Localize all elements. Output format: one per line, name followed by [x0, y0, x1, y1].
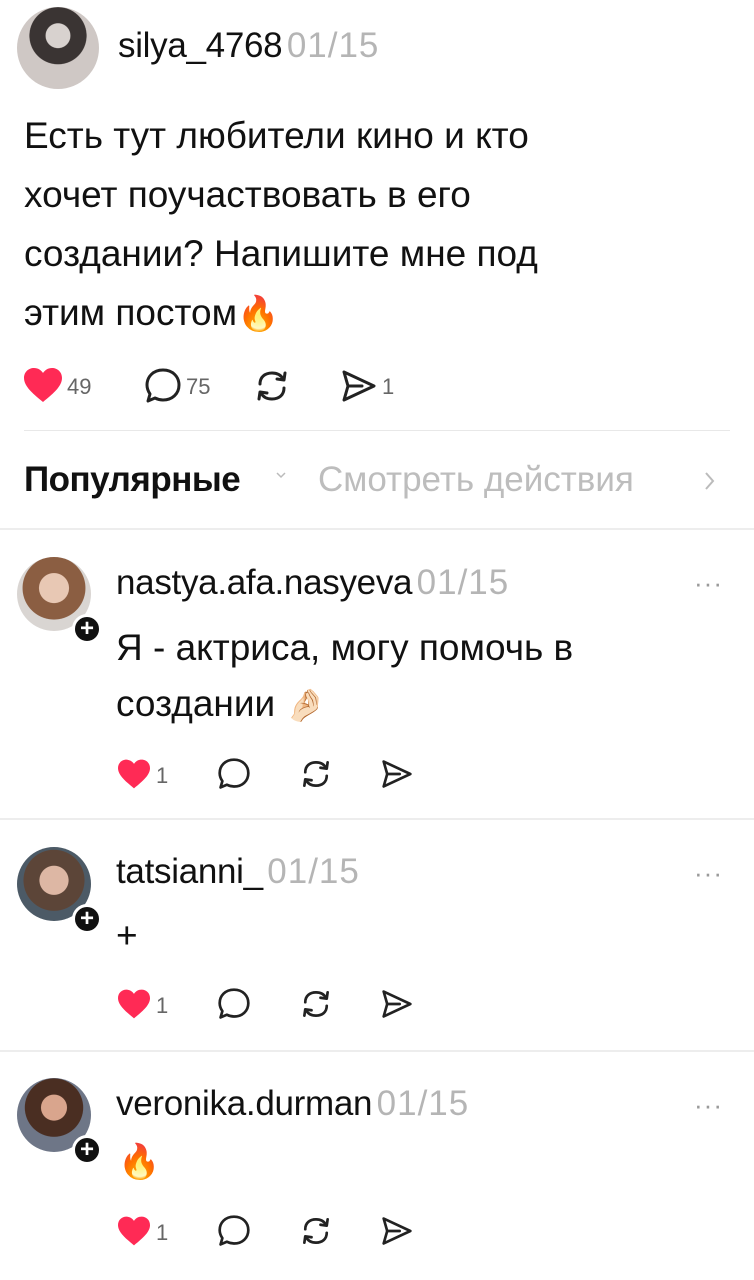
- divider: [0, 1050, 754, 1052]
- heart-filled-icon: [118, 1216, 150, 1246]
- more-options-icon[interactable]: ···: [694, 1090, 723, 1121]
- heart-filled-icon: [24, 368, 62, 402]
- repost-icon: [303, 1218, 329, 1244]
- comment-text-line: создании 🤌🏻: [116, 676, 726, 733]
- comment-username[interactable]: nastya.afa.nasyeva: [116, 563, 412, 602]
- comment-like-button[interactable]: [116, 988, 152, 1020]
- sort-popular-dropdown[interactable]: Популярные: [24, 460, 241, 500]
- comment-bubble-icon: [218, 758, 250, 789]
- comment-share-button[interactable]: [380, 1215, 414, 1247]
- chevron-down-icon: [275, 470, 287, 480]
- comment-repost-button[interactable]: [298, 1214, 334, 1248]
- post-share-count: 1: [382, 374, 395, 399]
- send-icon: [382, 990, 412, 1018]
- comment-date: 01/15: [416, 563, 510, 602]
- post-comment-count: 75: [186, 374, 211, 399]
- comment-text-line: +: [116, 915, 138, 956]
- more-options-icon[interactable]: ···: [694, 568, 723, 599]
- comment-date: 01/15: [376, 1084, 470, 1123]
- fire-emoji: 🔥: [237, 295, 280, 333]
- comment-reply-button[interactable]: [216, 987, 252, 1021]
- comment-button[interactable]: [143, 367, 183, 405]
- comment-bubble-icon: [218, 1215, 250, 1246]
- comment-like-button[interactable]: [116, 1215, 152, 1247]
- comment-username[interactable]: veronika.durman: [116, 1084, 373, 1123]
- comment-share-button[interactable]: [380, 758, 414, 790]
- comment-bubble-icon: [145, 368, 181, 403]
- more-options-icon[interactable]: ···: [694, 858, 723, 889]
- post-header: silya_4768 01/15: [118, 26, 379, 66]
- comment-like-count: 1: [156, 763, 169, 788]
- comment-like-count: 1: [156, 1220, 169, 1245]
- divider: [0, 528, 754, 530]
- follow-plus-icon[interactable]: +: [72, 904, 102, 934]
- view-activity-label: Смотреть действия: [318, 460, 634, 499]
- comment-header: nastya.afa.nasyeva 01/15: [116, 563, 509, 603]
- share-button[interactable]: [340, 368, 378, 404]
- comment-date: 01/15: [267, 852, 360, 891]
- post-text-line-last: этим постом: [24, 292, 238, 333]
- comment-like-count: 1: [156, 993, 169, 1018]
- pinched-fingers-emoji: 🤌🏻: [285, 687, 326, 723]
- repost-icon: [303, 761, 329, 787]
- post-text-line: этим постом🔥: [24, 283, 664, 344]
- comment-reply-button[interactable]: [216, 1214, 252, 1248]
- post-date: 01/15: [286, 26, 380, 65]
- post-text-line: Есть тут любители кино и кто: [24, 115, 529, 156]
- send-icon: [342, 370, 376, 402]
- comment-text: Я - актриса, могу помочь в создании 🤌🏻: [116, 620, 726, 733]
- follow-plus-icon[interactable]: +: [72, 614, 102, 644]
- comment-text-line: Я - актриса, могу помочь в: [116, 627, 574, 668]
- like-button[interactable]: [22, 366, 64, 404]
- post-author-username[interactable]: silya_4768: [118, 26, 283, 65]
- follow-plus-icon[interactable]: +: [72, 1135, 102, 1165]
- fire-emoji: 🔥: [118, 1143, 161, 1181]
- comment-repost-button[interactable]: [298, 987, 334, 1021]
- view-activity-link[interactable]: Смотреть действия: [318, 460, 634, 500]
- heart-filled-icon: [118, 759, 150, 789]
- post-text-line: создании? Напишите мне под: [24, 233, 538, 274]
- send-icon: [382, 1217, 412, 1245]
- comment-username[interactable]: tatsianni_: [116, 852, 263, 891]
- post-text-line: хочет поучаствовать в его: [24, 174, 471, 215]
- divider: [0, 818, 754, 820]
- repost-icon: [303, 991, 329, 1017]
- comment-like-button[interactable]: [116, 758, 152, 790]
- send-icon: [382, 760, 412, 788]
- comment-header: tatsianni_ 01/15: [116, 852, 360, 892]
- comment-text-line-last: создании: [116, 683, 276, 724]
- repost-button[interactable]: [252, 367, 292, 405]
- comment-repost-button[interactable]: [298, 757, 334, 791]
- post-like-count: 49: [67, 374, 92, 399]
- heart-filled-icon: [118, 989, 150, 1019]
- divider: [24, 430, 730, 431]
- comment-bubble-icon: [218, 988, 250, 1019]
- chevron-right-icon: [703, 470, 715, 492]
- comment-reply-button[interactable]: [216, 757, 252, 791]
- comment-share-button[interactable]: [380, 988, 414, 1020]
- comment-header: veronika.durman 01/15: [116, 1084, 469, 1124]
- post-text: Есть тут любители кино и кто хочет поуча…: [24, 106, 664, 344]
- repost-icon: [257, 371, 287, 401]
- comment-text: +: [116, 908, 726, 964]
- sort-popular-label: Популярные: [24, 460, 241, 499]
- post-author-avatar[interactable]: [17, 7, 99, 89]
